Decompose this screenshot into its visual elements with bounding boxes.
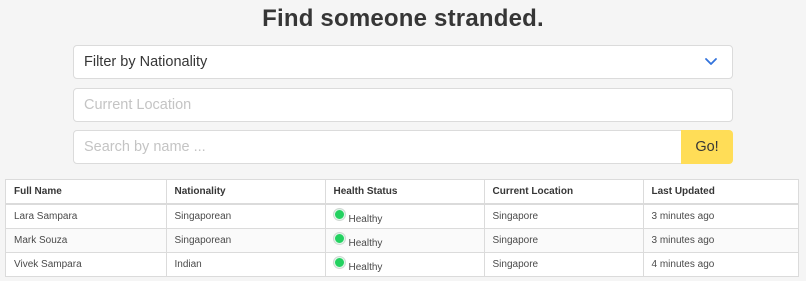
health-status-label: Healthy [348,213,383,225]
search-field [73,130,682,164]
table-row[interactable]: Lara Sampara Singaporean Healthy Singapo… [6,204,798,229]
cell-current-location: Singapore [484,204,644,229]
current-location-input[interactable] [74,89,732,121]
cell-full-name: Lara Sampara [6,204,167,229]
healthy-status-dot-icon [333,208,345,220]
cell-last-updated: 3 minutes ago [643,204,798,229]
cell-nationality: Singaporean [166,228,326,253]
column-header-nationality[interactable]: Nationality [166,180,326,205]
cell-health-status: Healthy [325,204,485,229]
cell-health-status: Healthy [325,228,485,253]
table-row[interactable]: Mark Souza Singaporean Healthy Singapore… [6,228,798,253]
cell-nationality: Singaporean [166,204,326,229]
cell-current-location: Singapore [484,252,644,276]
health-status-label: Healthy [348,261,383,273]
results-table: Full Name Nationality Health Status Curr… [6,180,798,276]
page-title: Find someone stranded. [262,5,544,32]
cell-last-updated: 4 minutes ago [651,259,715,270]
table-header-row: Full Name Nationality Health Status Curr… [6,180,798,205]
chevron-down-icon [705,58,717,65]
healthy-status-dot-icon [333,256,345,268]
column-header-full-name[interactable]: Full Name [6,180,167,205]
cell-health-status: Healthy [325,252,485,276]
cell-full-name: Mark Souza [6,228,167,253]
go-button[interactable]: Go! [681,130,733,164]
cell-full-name: Vivek Sampara [6,252,167,276]
column-header-current-location[interactable]: Current Location [484,180,644,205]
results-table-container: Full Name Nationality Health Status Curr… [5,179,799,277]
cell-current-location: Singapore [484,228,644,253]
table-row[interactable]: Vivek Sampara Indian Healthy Singapore 4… [6,252,798,276]
cell-nationality: Indian [166,252,326,276]
cell-last-updated: 3 minutes ago [643,228,798,253]
search-input[interactable] [74,131,681,163]
health-status-label: Healthy [348,237,383,249]
nationality-filter-select[interactable]: Filter by Nationality [73,45,733,79]
column-header-health-status[interactable]: Health Status [325,180,485,205]
column-header-last-updated[interactable]: Last Updated [643,180,798,205]
healthy-status-dot-icon [333,232,345,244]
current-location-field [73,88,733,122]
nationality-filter-value: Filter by Nationality [84,54,208,70]
